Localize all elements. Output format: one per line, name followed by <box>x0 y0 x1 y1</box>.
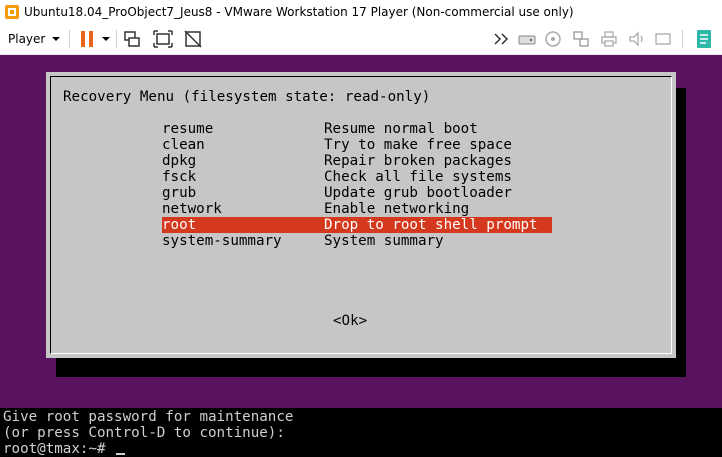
dialog-title: Recovery Menu (filesystem state: read-on… <box>63 89 431 105</box>
hard-disk-icon <box>518 35 536 45</box>
unity-mode-icon <box>184 30 202 48</box>
power-dropdown-button[interactable] <box>99 27 113 51</box>
fit-guest-icon <box>153 30 173 48</box>
console-prompt-line[interactable]: root@tmax:~# <box>3 441 126 457</box>
more-devices-icon <box>655 33 671 45</box>
menu-item-description: System summary <box>324 233 444 249</box>
console-line: Give root password for maintenance <box>3 409 294 425</box>
menu-item-description: Check all file systems <box>324 169 512 185</box>
console-line: (or press Control-D to continue): <box>3 425 285 441</box>
library-icon <box>697 30 711 48</box>
player-menu-label: Player <box>8 32 46 46</box>
toolbar-divider <box>69 30 70 48</box>
menu-item-system-summary[interactable]: system-summary System summary <box>162 233 552 249</box>
menu-item-description: Drop to root shell prompt <box>324 217 538 233</box>
menu-item-dpkg[interactable]: dpkg Repair broken packages <box>162 153 552 169</box>
menu-item-description: Enable networking <box>324 201 470 217</box>
text-cursor <box>116 453 126 455</box>
unity-mode-button[interactable] <box>181 27 205 51</box>
chevron-down-icon <box>52 37 61 41</box>
menu-item-command: resume <box>162 121 214 137</box>
menu-item-description: Try to make free space <box>324 137 512 153</box>
toolbar-divider <box>682 30 683 48</box>
library-button[interactable] <box>692 27 716 51</box>
cd-dvd-button[interactable] <box>542 27 564 51</box>
menu-item-fsck[interactable]: fsck Check all file systems <box>162 169 552 185</box>
recovery-menu-dialog: Recovery Menu (filesystem state: read-on… <box>46 72 676 358</box>
menu-item-command: grub <box>162 185 197 201</box>
menu-item-description: Update grub bootloader <box>324 185 512 201</box>
toolbar-divider <box>116 30 117 48</box>
menu-item-clean[interactable]: clean Try to make free space <box>162 137 552 153</box>
menu-item-command: network <box>162 201 222 217</box>
window-title: Ubuntu18.04_ProObject7_Jeus8 - VMware Wo… <box>24 5 574 19</box>
menu-item-network[interactable]: network Enable networking <box>162 201 552 217</box>
player-menu-button[interactable]: Player <box>2 27 70 51</box>
chevron-down-icon <box>102 37 110 41</box>
forward-icon <box>494 33 509 45</box>
send-ctrl-alt-del-button[interactable] <box>121 27 145 51</box>
printer-button[interactable] <box>598 27 620 51</box>
menu-item-command: system-summary <box>162 233 282 249</box>
network-adapter-icon <box>573 31 589 47</box>
send-ctrl-alt-del-icon <box>124 31 140 47</box>
more-devices-button[interactable] <box>652 27 674 51</box>
menu-item-command: dpkg <box>162 153 197 169</box>
console-output[interactable]: Give root password for maintenance (or p… <box>0 408 722 457</box>
hard-disk-button[interactable] <box>516 27 538 51</box>
vmware-app-icon <box>5 5 19 19</box>
title-bar: Ubuntu18.04_ProObject7_Jeus8 - VMware Wo… <box>0 0 722 24</box>
pause-button[interactable] <box>76 27 98 51</box>
shell-prompt: root@tmax:~# <box>3 441 115 457</box>
cd-dvd-icon <box>545 31 561 47</box>
vm-display[interactable]: Recovery Menu (filesystem state: read-on… <box>0 55 722 408</box>
menu-item-root[interactable]: root Drop to root shell prompt <box>162 217 552 233</box>
ok-button[interactable]: <Ok> <box>333 313 367 329</box>
forward-button[interactable] <box>490 27 512 51</box>
pause-icon <box>81 31 93 47</box>
network-adapter-button[interactable] <box>570 27 592 51</box>
menu-item-description: Repair broken packages <box>324 153 512 169</box>
recovery-menu-list: resume Resume normal boot clean Try to m… <box>162 121 552 249</box>
menu-item-resume[interactable]: resume Resume normal boot <box>162 121 552 137</box>
menu-item-command: fsck <box>162 169 197 185</box>
sound-button[interactable] <box>626 27 648 51</box>
menu-item-command: root <box>162 217 197 233</box>
menu-item-command: clean <box>162 137 205 153</box>
toolbar: Player <box>0 24 722 55</box>
menu-item-grub[interactable]: grub Update grub bootloader <box>162 185 552 201</box>
printer-icon <box>601 31 617 47</box>
sound-icon <box>629 31 643 47</box>
fit-guest-button[interactable] <box>151 27 175 51</box>
menu-item-description: Resume normal boot <box>324 121 478 137</box>
